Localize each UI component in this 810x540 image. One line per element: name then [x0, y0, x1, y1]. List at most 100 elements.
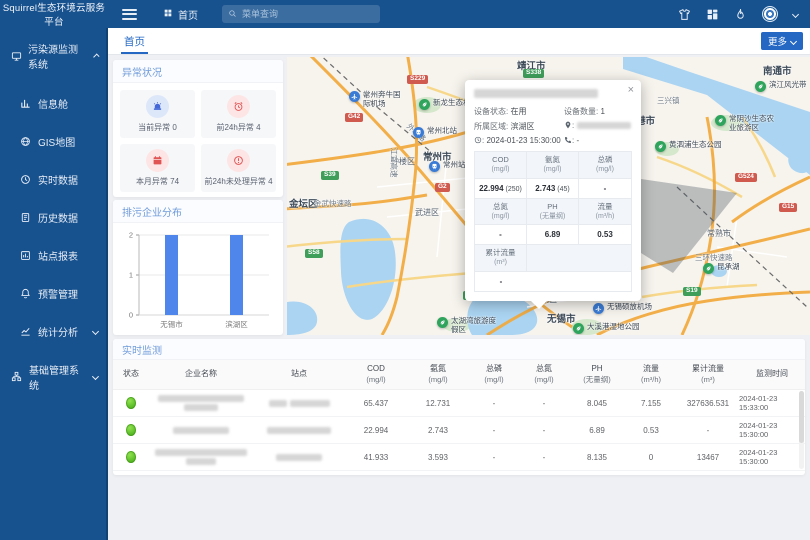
breadcrumb[interactable]: 首页 — [163, 7, 198, 22]
road-badge-G2: G2 — [435, 183, 450, 192]
sidebar-item-report[interactable]: 站点报表 — [0, 236, 106, 274]
value-cell: 2024-01-23 15:30:00 — [739, 448, 805, 466]
site-cell — [253, 427, 345, 434]
poi-label: 黄泗浦生态公园 — [669, 141, 722, 150]
metric-value-流量: 0.53 — [579, 225, 631, 245]
company-cell — [149, 427, 253, 434]
tab-home[interactable]: 首页 — [121, 28, 148, 54]
redacted-company — [158, 395, 244, 411]
value-cell: - — [677, 426, 739, 435]
stat-card[interactable]: 当前异常 0 — [120, 90, 195, 138]
sidebar-item-module[interactable]: 基础管理系统 — [0, 350, 106, 403]
close-icon[interactable]: × — [628, 85, 634, 96]
sidebar-item-pollution-monitoring-system[interactable]: 污染源监测系统 — [0, 28, 106, 84]
map-poi-新龙生态林[interactable]: 新龙生态林 — [419, 99, 471, 110]
map-poi-黄泗浦生态公园[interactable]: 黄泗浦生态公园 — [655, 141, 722, 152]
redacted-text — [267, 427, 331, 434]
column-unit: (m³/h) — [641, 375, 661, 385]
user-avatar[interactable] — [762, 6, 778, 22]
value-cell: 6.89 — [569, 426, 625, 435]
tab-active-underline — [121, 52, 148, 54]
column-name: 总磷 — [486, 364, 502, 374]
column-unit: (m³) — [701, 375, 715, 385]
metric-header-氨氮: 氨氮(mg/l) — [527, 152, 579, 179]
stat-card[interactable]: 前24h异常 4 — [201, 90, 276, 138]
phone-icon — [564, 136, 572, 145]
map-poi-太湖湾旅游度假区[interactable]: 太湖湾旅游度假区 — [437, 317, 497, 334]
column-name: 氨氮 — [430, 364, 446, 374]
hamburger-menu-icon[interactable] — [122, 9, 137, 20]
clock-icon — [474, 136, 482, 145]
sidebar-item-globe[interactable]: GIS地图 — [0, 122, 106, 160]
sidebar-item-label: 站点报表 — [38, 248, 78, 263]
table-row[interactable]: 22.9942.743--6.890.53-2024-01-23 15:30:0… — [113, 417, 805, 444]
sidebar-item-history[interactable]: 历史数据 — [0, 198, 106, 236]
table-scrollbar[interactable] — [799, 391, 804, 469]
map-label-三兴镇: 三兴镇 — [657, 95, 680, 106]
column-name: 状态 — [123, 369, 139, 379]
svg-text:0: 0 — [129, 311, 133, 320]
column-header-总磷: 总磷(mg/l) — [469, 360, 519, 389]
value-cell: 65.437 — [345, 399, 407, 408]
stat-card[interactable]: 本月异常 74 — [120, 144, 195, 192]
redacted-text — [184, 404, 218, 411]
sidebar-item-chart[interactable]: 信息舱 — [0, 84, 106, 122]
sidebar-item-clock[interactable]: 实时数据 — [0, 160, 106, 198]
breadcrumb-home-label: 首页 — [178, 7, 198, 22]
chevron-up-icon — [92, 53, 99, 60]
stat-card-label: 当前异常 0 — [138, 122, 177, 133]
theme-shirt-icon[interactable] — [678, 8, 691, 21]
menu-search[interactable] — [222, 5, 380, 23]
metric-value-COD: 22.994 (250) — [475, 179, 527, 199]
status-online-dot — [126, 397, 136, 409]
map-poi-常州站[interactable]: 常州站 — [429, 161, 466, 172]
app-root: Squirrel生态环境云服务平台 首页 污染源监测系统 信息舱GIS地图实时数… — [0, 0, 810, 540]
map-label-无锡市: 无锡市 — [547, 311, 576, 325]
sidebar-item-stats[interactable]: 统计分析 — [0, 312, 106, 350]
search-icon — [228, 5, 237, 23]
column-header-氨氮: 氨氮(mg/l) — [407, 360, 469, 389]
poi-label: 大溪港湿地公园 — [587, 323, 640, 332]
search-input[interactable] — [242, 9, 362, 19]
map-poi-常州北站[interactable]: 常州北站 — [413, 127, 457, 138]
map-poi-昆承湖[interactable]: 昆承湖 — [703, 263, 740, 274]
road-badge-G524: G524 — [735, 173, 757, 182]
metric-header-流量: 流量(m³/h) — [579, 199, 631, 226]
chart-panel-title: 排污企业分布 — [113, 200, 283, 223]
value-cell: - — [519, 399, 569, 408]
metric-value-累计流量: - — [475, 272, 527, 292]
value-cell: 7.155 — [625, 399, 677, 408]
clock-icon — [20, 174, 31, 185]
abnormal-status-panel: 异常状况 当前异常 0前24h异常 4本月异常 74前24h未处理异常 4 — [113, 60, 283, 197]
table-row[interactable]: 65.43712.731--8.0457.155327636.5312024-0… — [113, 390, 805, 417]
stat-card[interactable]: 前24h未处理异常 4 — [201, 144, 276, 192]
more-button[interactable]: 更多 — [761, 32, 803, 50]
sidebar-item-alert[interactable]: 预警管理 — [0, 274, 106, 312]
sidebar-item-label: 信息舱 — [38, 96, 68, 111]
warning-icon — [227, 149, 250, 172]
status-online-dot — [126, 424, 136, 436]
column-unit: (mg/l) — [484, 375, 503, 385]
column-unit: (无量纲) — [583, 375, 611, 385]
layout-icon[interactable] — [706, 8, 719, 21]
map-poi-常州奔牛国际机场[interactable]: 常州奔牛国际机场 — [349, 91, 405, 108]
map-poi-大溪港湿地公园[interactable]: 大溪港湿地公园 — [573, 323, 640, 334]
scrollbar-thumb[interactable] — [799, 391, 804, 443]
column-name: 累计流量 — [692, 364, 724, 374]
sidebar-item-label: 历史数据 — [38, 210, 78, 225]
map-poi-无锡硕放机场[interactable]: 无锡硕放机场 — [593, 303, 652, 314]
header-actions — [678, 6, 810, 22]
map-poi-常阴沙生态农业旅游区[interactable]: 常阴沙生态农业旅游区 — [715, 115, 775, 132]
flame-icon[interactable] — [734, 8, 747, 21]
globe-icon — [20, 136, 31, 147]
bar-chart: 012无锡市滨湖区 — [113, 223, 283, 340]
stat-label-text: 当前异常 — [138, 123, 170, 132]
realtime-monitor-panel: 实时监测 状态企业名称站点COD(mg/l)氨氮(mg/l)总磷(mg/l)总氮… — [113, 339, 805, 475]
map-poi-滨江风光带[interactable]: 滨江风光带 — [755, 81, 807, 92]
svg-text:滨湖区: 滨湖区 — [225, 319, 248, 329]
table-row[interactable]: 41.9333.593--8.1350134672024-01-23 15:30… — [113, 444, 805, 471]
phone-value: - — [577, 136, 580, 145]
gis-map[interactable]: 靖江市南通市常州市钟楼区武进区金坛区金武快速路无锡市滨湖区常熟市三环快速路张家港… — [287, 57, 810, 335]
column-header-PH: PH(无量纲) — [569, 360, 625, 389]
user-menu-chevron-down-icon[interactable] — [792, 10, 799, 17]
